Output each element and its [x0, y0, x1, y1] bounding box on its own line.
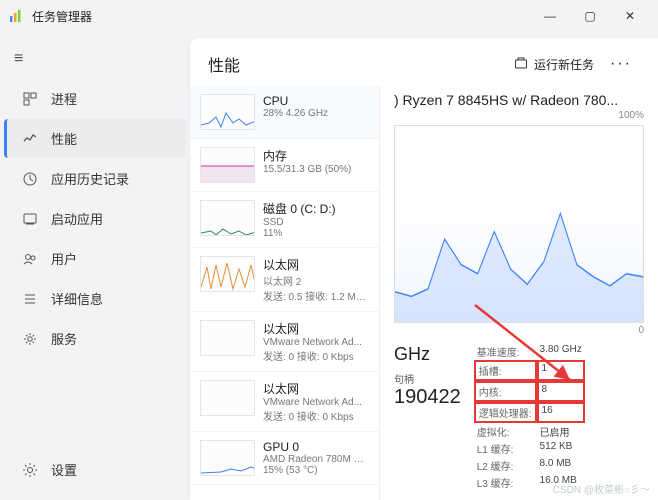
- run-task-label: 运行新任务: [534, 56, 594, 73]
- app-icon: [8, 8, 24, 24]
- card-sub2: 发送: 0 接收: 0 Kbps: [263, 408, 369, 423]
- card-sub: VMware Network Ad...: [263, 337, 369, 348]
- eth-thumb: [200, 380, 255, 416]
- nav-label: 用户: [51, 249, 77, 268]
- l2: 8.0 MB: [540, 458, 582, 473]
- sockets-label: 插槽:: [474, 360, 537, 381]
- app-title: 任务管理器: [32, 8, 530, 25]
- card-sub2: 11%: [263, 228, 369, 239]
- handles-label: 句柄: [394, 371, 461, 386]
- performance-icon: [21, 130, 39, 148]
- virt: 已启用: [540, 424, 582, 439]
- nav-users[interactable]: 用户: [4, 239, 186, 278]
- hamburger-button[interactable]: ≡: [0, 40, 190, 78]
- close-button[interactable]: ✕: [610, 0, 650, 32]
- startup-icon: [21, 210, 39, 228]
- card-disk[interactable]: 磁盘 0 (C: D:) SSD 11%: [190, 192, 379, 248]
- base-speed-label: 基准速度:: [477, 344, 534, 359]
- card-sub: SSD: [263, 217, 369, 228]
- card-title: 以太网: [263, 256, 369, 273]
- nav-label: 详细信息: [51, 289, 103, 308]
- eth-thumb: [200, 256, 255, 292]
- maximize-button[interactable]: ▢: [570, 0, 610, 32]
- chart-ybot: 0: [394, 325, 644, 336]
- nav-label: 启动应用: [51, 209, 103, 228]
- card-title: 以太网: [263, 380, 369, 397]
- run-task-button[interactable]: 运行新任务: [514, 56, 594, 73]
- sidebar: ≡ 进程 性能 应用历史记录 启动应用: [0, 32, 190, 500]
- card-title: GPU 0: [263, 440, 369, 454]
- nav-settings[interactable]: 设置: [4, 450, 186, 489]
- card-sub2: 发送: 0 接收: 0 Kbps: [263, 348, 369, 363]
- nav-processes[interactable]: 进程: [4, 79, 186, 118]
- sockets: 1: [537, 360, 585, 381]
- l3-label: L3 缓存:: [477, 475, 534, 490]
- virt-label: 虚拟化:: [477, 424, 534, 439]
- disk-thumb: [200, 200, 255, 236]
- lprocs-label: 逻辑处理器:: [474, 402, 537, 423]
- more-button[interactable]: ···: [602, 55, 640, 73]
- minimize-button[interactable]: —: [530, 0, 570, 32]
- nav-label: 设置: [51, 460, 77, 479]
- card-cpu[interactable]: CPU 28% 4.26 GHz: [190, 86, 379, 139]
- gpu-thumb: [200, 440, 255, 476]
- card-title: 磁盘 0 (C: D:): [263, 200, 369, 217]
- details-icon: [21, 290, 39, 308]
- mem-thumb: [200, 147, 255, 183]
- nav-details[interactable]: 详细信息: [4, 279, 186, 318]
- cores-label: 内核:: [474, 381, 537, 402]
- card-sub: 以太网 2: [263, 273, 369, 288]
- card-sub2: 发送: 0.5 接收: 1.2 Mbps: [263, 288, 369, 303]
- card-title: 以太网: [263, 320, 369, 337]
- card-title: 内存: [263, 147, 369, 164]
- card-title: CPU: [263, 94, 369, 108]
- nav-label: 进程: [51, 89, 77, 108]
- base-speed: 3.80 GHz: [540, 344, 582, 359]
- history-icon: [21, 170, 39, 188]
- services-icon: [21, 330, 39, 348]
- specs-grid: 基准速度: 3.80 GHz 插槽:1 内核:8 逻辑处理器:16 虚拟化: 已启用…: [477, 344, 582, 490]
- nav-services[interactable]: 服务: [4, 319, 186, 358]
- lprocs: 16: [537, 402, 585, 423]
- cores: 8: [537, 381, 585, 402]
- card-sub: AMD Radeon 780M G...: [263, 454, 369, 465]
- page-title: 性能: [208, 52, 506, 76]
- card-ethernet-2[interactable]: 以太网 VMware Network Ad... 发送: 0 接收: 0 Kbp…: [190, 312, 379, 372]
- detail-title: ) Ryzen 7 8845HS w/ Radeon 780...: [394, 92, 644, 108]
- card-gpu[interactable]: GPU 0 AMD Radeon 780M G... 15% (53 °C): [190, 432, 379, 485]
- card-ethernet-3[interactable]: 以太网 VMware Network Ad... 发送: 0 接收: 0 Kbp…: [190, 372, 379, 432]
- nav-label: 应用历史记录: [51, 169, 129, 188]
- card-sub: 15.5/31.3 GB (50%): [263, 164, 369, 175]
- card-sub: 28% 4.26 GHz: [263, 108, 369, 119]
- handles-value: 190422: [394, 386, 461, 409]
- nav-label: 性能: [51, 129, 77, 148]
- cpu-thumb: [200, 94, 255, 130]
- card-memory[interactable]: 内存 15.5/31.3 GB (50%): [190, 139, 379, 192]
- chart-ytop: 100%: [394, 110, 644, 121]
- cpu-chart[interactable]: [394, 125, 644, 323]
- titlebar: 任务管理器 — ▢ ✕: [0, 0, 658, 32]
- card-sub2: 15% (53 °C): [263, 465, 369, 476]
- card-ethernet-1[interactable]: 以太网 以太网 2 发送: 0.5 接收: 1.2 Mbps: [190, 248, 379, 312]
- card-sub: VMware Network Ad...: [263, 397, 369, 408]
- resource-list[interactable]: CPU 28% 4.26 GHz 内存 15.5/31.3 GB (50%): [190, 86, 380, 500]
- ghz-unit: GHz: [394, 344, 461, 365]
- nav-startup[interactable]: 启动应用: [4, 199, 186, 238]
- l1-label: L1 缓存:: [477, 441, 534, 456]
- stats-left: GHz 句柄 190422: [394, 344, 461, 490]
- nav-history[interactable]: 应用历史记录: [4, 159, 186, 198]
- settings-icon: [21, 461, 39, 479]
- users-icon: [21, 250, 39, 268]
- nav-performance[interactable]: 性能: [4, 119, 186, 158]
- l2-label: L2 缓存:: [477, 458, 534, 473]
- l1: 512 KB: [540, 441, 582, 456]
- main-panel: 性能 运行新任务 ··· CPU 28% 4.26 GHz: [190, 38, 658, 500]
- run-task-icon: [514, 56, 528, 73]
- l3: 16.0 MB: [540, 475, 582, 490]
- nav-label: 服务: [51, 329, 77, 348]
- detail-panel: ) Ryzen 7 8845HS w/ Radeon 780... 100% 0…: [380, 86, 658, 500]
- eth-thumb: [200, 320, 255, 356]
- processes-icon: [21, 90, 39, 108]
